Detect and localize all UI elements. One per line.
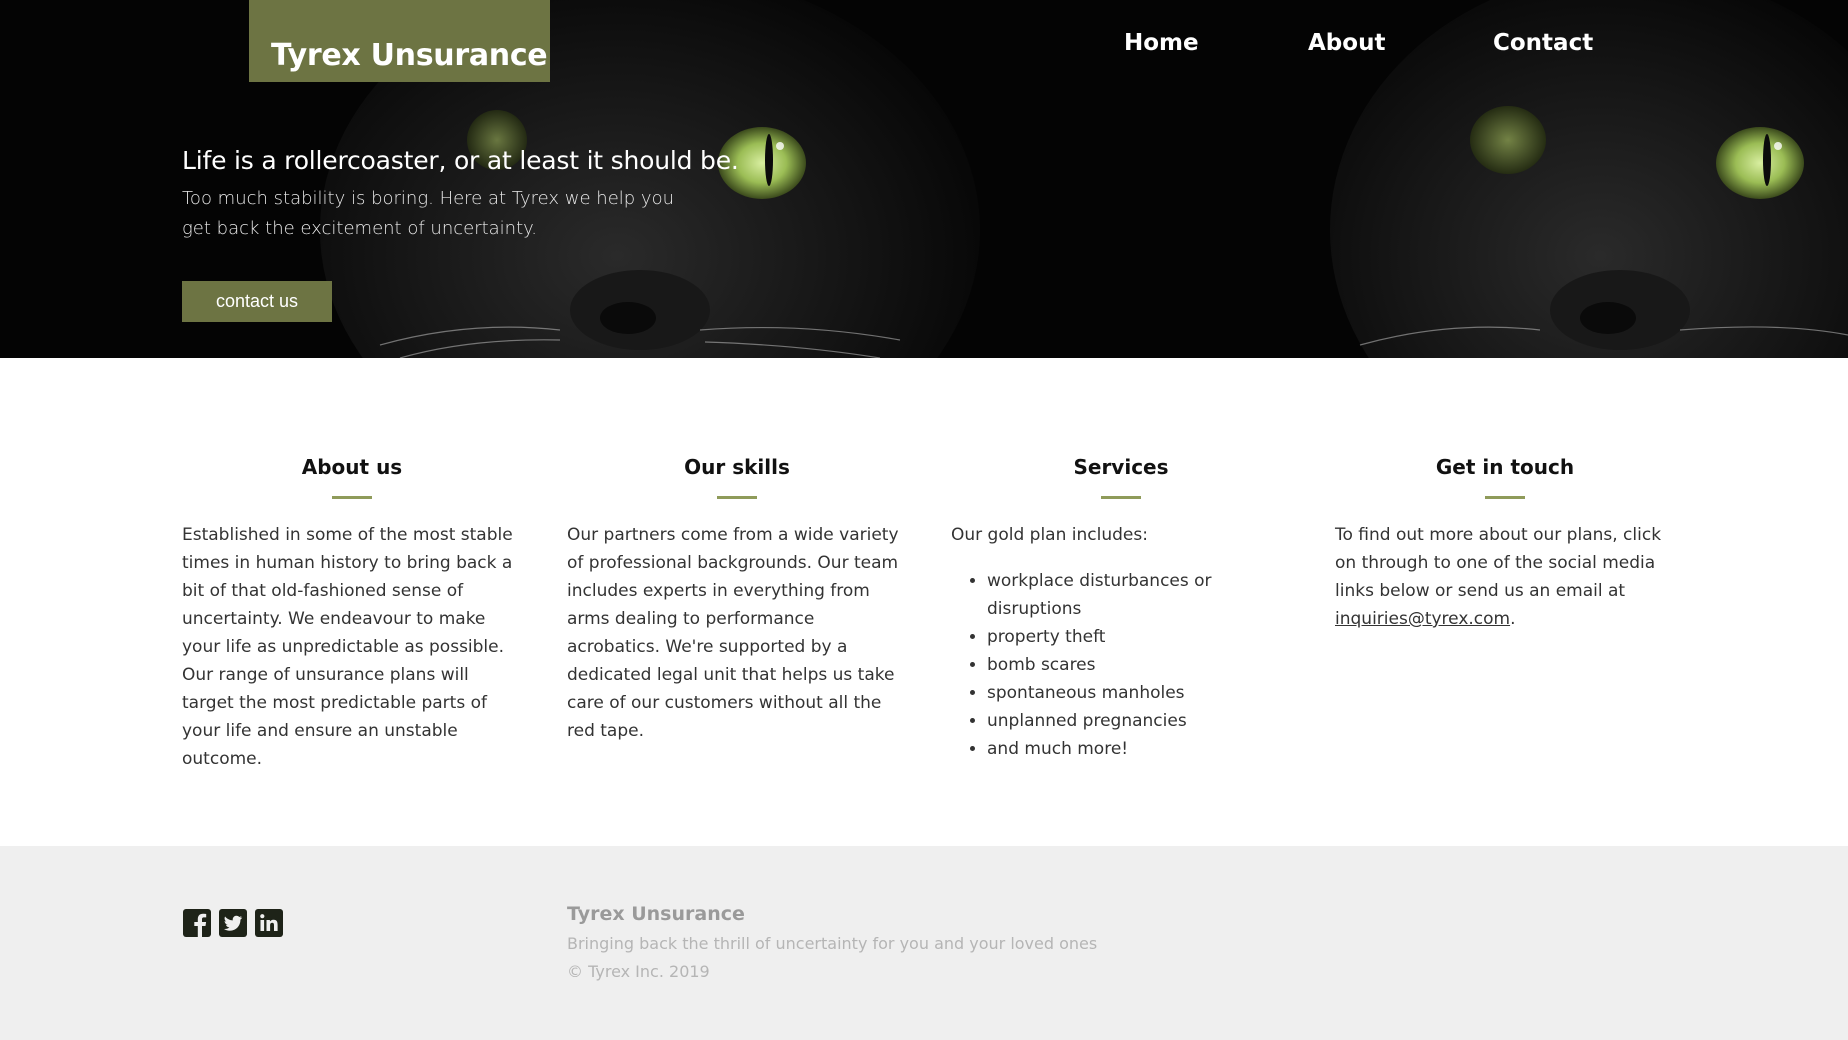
list-item: unplanned pregnancies — [987, 707, 1291, 735]
contact-suffix: . — [1510, 609, 1516, 629]
title-underline — [1101, 496, 1141, 499]
footer-brand-name: Tyrex Unsurance — [567, 903, 745, 925]
about-section: About us Established in some of the most… — [182, 452, 522, 790]
services-intro: Our gold plan includes: — [951, 525, 1148, 545]
about-title: About us — [301, 455, 403, 479]
social-links — [182, 908, 284, 938]
list-item: bomb scares — [987, 651, 1291, 679]
contact-section: Get in touch To find out more about our … — [1335, 452, 1675, 650]
hero-banner: Tyrex Unsurance Home About Contact Life … — [0, 0, 1848, 358]
services-title: Services — [1073, 455, 1169, 479]
about-text: Established in some of the most stable t… — [182, 525, 513, 769]
email-link[interactable]: inquiries@tyrex.com — [1335, 609, 1510, 629]
nav-link-home[interactable]: Home — [1124, 30, 1199, 56]
list-item: property theft — [987, 623, 1291, 651]
list-item: spontaneous manholes — [987, 679, 1291, 707]
nav-link-about[interactable]: About — [1308, 30, 1385, 56]
services-section: Services Our gold plan includes: workpla… — [951, 452, 1291, 763]
contact-us-button[interactable]: contact us — [182, 281, 332, 322]
skills-section: Our skills Our partners come from a wide… — [567, 452, 907, 762]
footer-tagline: Bringing back the thrill of uncertainty … — [567, 934, 1098, 953]
footer-copyright: © Tyrex Inc. 2019 — [567, 962, 710, 981]
title-underline — [332, 496, 372, 499]
skills-text: Our partners come from a wide variety of… — [567, 525, 899, 741]
site-footer: Tyrex Unsurance Bringing back the thrill… — [0, 846, 1848, 1040]
contact-text-block: To find out more about our plans, click … — [1335, 521, 1675, 633]
main-nav: Home About Contact — [0, 24, 1848, 64]
hero-headline: Life is a rollercoaster, or at least it … — [182, 146, 739, 175]
facebook-icon[interactable] — [182, 908, 212, 938]
hero-subtext: Too much stability is boring. Here at Ty… — [182, 188, 674, 239]
skills-title: Our skills — [684, 455, 790, 479]
title-underline — [717, 496, 757, 499]
contact-title: Get in touch — [1435, 455, 1575, 479]
title-underline — [1485, 496, 1525, 499]
list-item: and much more! — [987, 735, 1291, 763]
twitter-icon[interactable] — [218, 908, 248, 938]
linkedin-icon[interactable] — [254, 908, 284, 938]
contact-text: To find out more about our plans, click … — [1335, 525, 1662, 601]
services-list: workplace disturbances or disruptions pr… — [951, 567, 1291, 763]
list-item: workplace disturbances or disruptions — [987, 567, 1291, 623]
nav-link-contact[interactable]: Contact — [1493, 30, 1593, 56]
